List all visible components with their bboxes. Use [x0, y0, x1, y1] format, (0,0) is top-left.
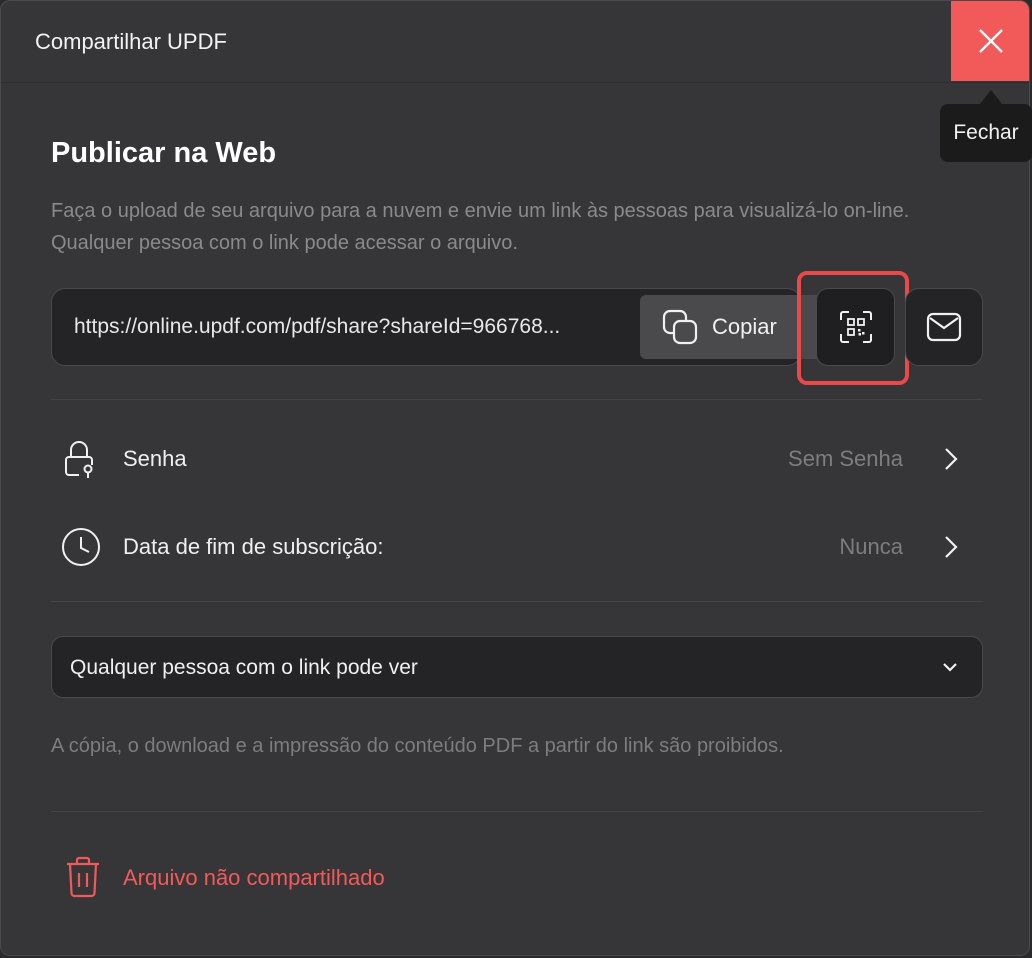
chevron-down-icon: [943, 663, 957, 672]
share-link-text[interactable]: https://online.updf.com/pdf/share?shareI…: [74, 315, 634, 339]
trash-icon: [67, 856, 99, 898]
access-permission-dropdown[interactable]: Qualquer pessoa com o link pode ver: [51, 636, 983, 698]
access-permission-selected: Qualquer pessoa com o link pode ver: [70, 656, 418, 679]
expiry-row[interactable]: Data de fim de subscrição: Nunca: [51, 515, 983, 579]
password-value: Sem Senha: [788, 446, 903, 471]
divider: [51, 399, 983, 400]
title-bar: Compartilhar UPDF: [1, 1, 1029, 83]
section-heading: Publicar na Web: [51, 137, 277, 169]
close-button[interactable]: [951, 1, 1029, 81]
close-tooltip: Fechar: [940, 104, 1032, 162]
share-dialog: Compartilhar UPDF Publicar na Web Faça o…: [0, 0, 1030, 956]
close-icon: [979, 29, 1003, 53]
lock-icon: [65, 441, 93, 478]
qr-code-icon: [839, 311, 872, 343]
copy-icon: [662, 309, 698, 345]
divider: [51, 811, 983, 812]
password-label: Senha: [123, 446, 187, 471]
email-button[interactable]: [905, 288, 983, 366]
mail-icon: [926, 312, 962, 342]
unshare-label: Arquivo não compartilhado: [123, 865, 385, 890]
qr-code-button[interactable]: [816, 288, 895, 366]
copy-button-label: Copiar: [712, 314, 777, 339]
chevron-right-icon: [945, 536, 958, 558]
password-row[interactable]: Senha Sem Senha: [51, 427, 983, 491]
access-note: A cópia, o download e a impressão do con…: [51, 735, 784, 757]
tooltip-arrow: [980, 90, 1002, 104]
share-link-field[interactable]: https://online.updf.com/pdf/share?shareI…: [51, 288, 848, 366]
clock-icon: [62, 528, 100, 566]
expiry-label: Data de fim de subscrição:: [123, 534, 384, 559]
dialog-title: Compartilhar UPDF: [35, 29, 227, 54]
chevron-right-icon: [945, 448, 958, 470]
expiry-value: Nunca: [839, 534, 903, 559]
section-description: Faça o upload de seu arquivo para a nuve…: [51, 200, 910, 254]
divider: [51, 601, 983, 602]
unshare-button[interactable]: Arquivo não compartilhado: [51, 849, 471, 909]
